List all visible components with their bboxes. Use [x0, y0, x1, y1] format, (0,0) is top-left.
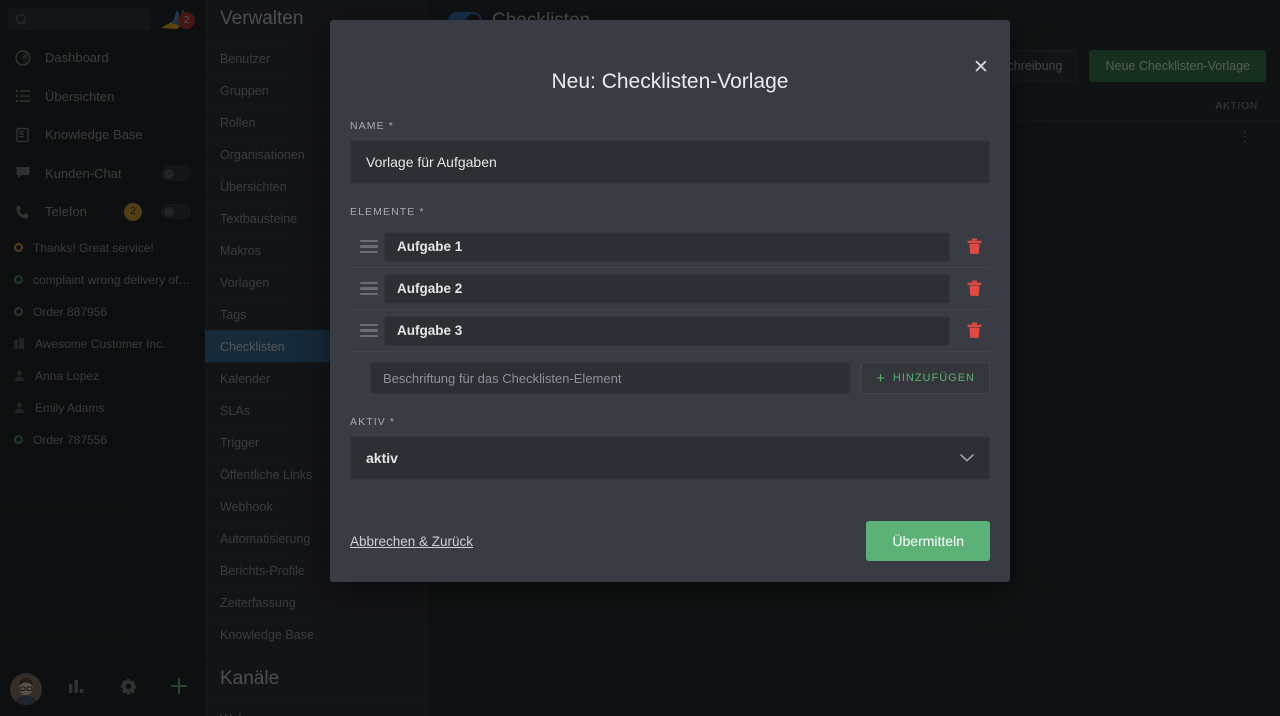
trash-icon	[967, 280, 982, 297]
dialog-footer: Abbrechen & Zurück Übermitteln	[330, 500, 1010, 582]
app-root: 2 Dashboard Übersichten	[0, 0, 1280, 716]
delete-element-button[interactable]	[958, 280, 990, 297]
active-field-label: AKTIV *	[350, 416, 990, 428]
active-select[interactable]: aktiv	[350, 436, 990, 480]
dialog-body: NAME * Vorlage für Aufgaben ELEMENTE * A…	[330, 94, 1010, 480]
delete-element-button[interactable]	[958, 322, 990, 339]
spacer	[350, 184, 990, 206]
trash-icon	[967, 238, 982, 255]
new-checklist-template-dialog: ✕ Neu: Checklisten-Vorlage NAME * Vorlag…	[330, 20, 1010, 582]
spacer	[350, 394, 990, 416]
add-element-button-label: HINZUFÜGEN	[893, 372, 975, 384]
name-field-label: NAME *	[350, 120, 990, 132]
new-element-input[interactable]: Beschriftung für das Checklisten-Element	[370, 362, 851, 394]
trash-icon	[967, 322, 982, 339]
element-input[interactable]: Aufgabe 2	[384, 274, 950, 304]
add-element-row: Beschriftung für das Checklisten-Element…	[350, 362, 990, 394]
list-item: Aufgabe 3	[350, 310, 990, 352]
elements-field-label: ELEMENTE *	[350, 206, 990, 218]
add-element-button[interactable]: + HINZUFÜGEN	[861, 362, 990, 394]
dialog-title: Neu: Checklisten-Vorlage	[330, 20, 1010, 94]
close-icon[interactable]: ✕	[968, 54, 994, 80]
plus-icon: +	[876, 371, 886, 386]
chevron-down-icon	[960, 451, 974, 465]
element-input[interactable]: Aufgabe 1	[384, 232, 950, 262]
drag-handle-icon[interactable]	[350, 282, 384, 296]
checklist-elements-list: Aufgabe 1 Aufgabe 2	[350, 226, 990, 352]
drag-handle-icon[interactable]	[350, 240, 384, 254]
name-input[interactable]: Vorlage für Aufgaben	[350, 140, 990, 184]
cancel-button[interactable]: Abbrechen & Zurück	[350, 534, 473, 549]
submit-button[interactable]: Übermitteln	[866, 521, 990, 561]
active-select-value: aktiv	[366, 450, 398, 466]
list-item: Aufgabe 2	[350, 268, 990, 310]
drag-handle-icon[interactable]	[350, 324, 384, 338]
list-item: Aufgabe 1	[350, 226, 990, 268]
element-input[interactable]: Aufgabe 3	[384, 316, 950, 346]
delete-element-button[interactable]	[958, 238, 990, 255]
